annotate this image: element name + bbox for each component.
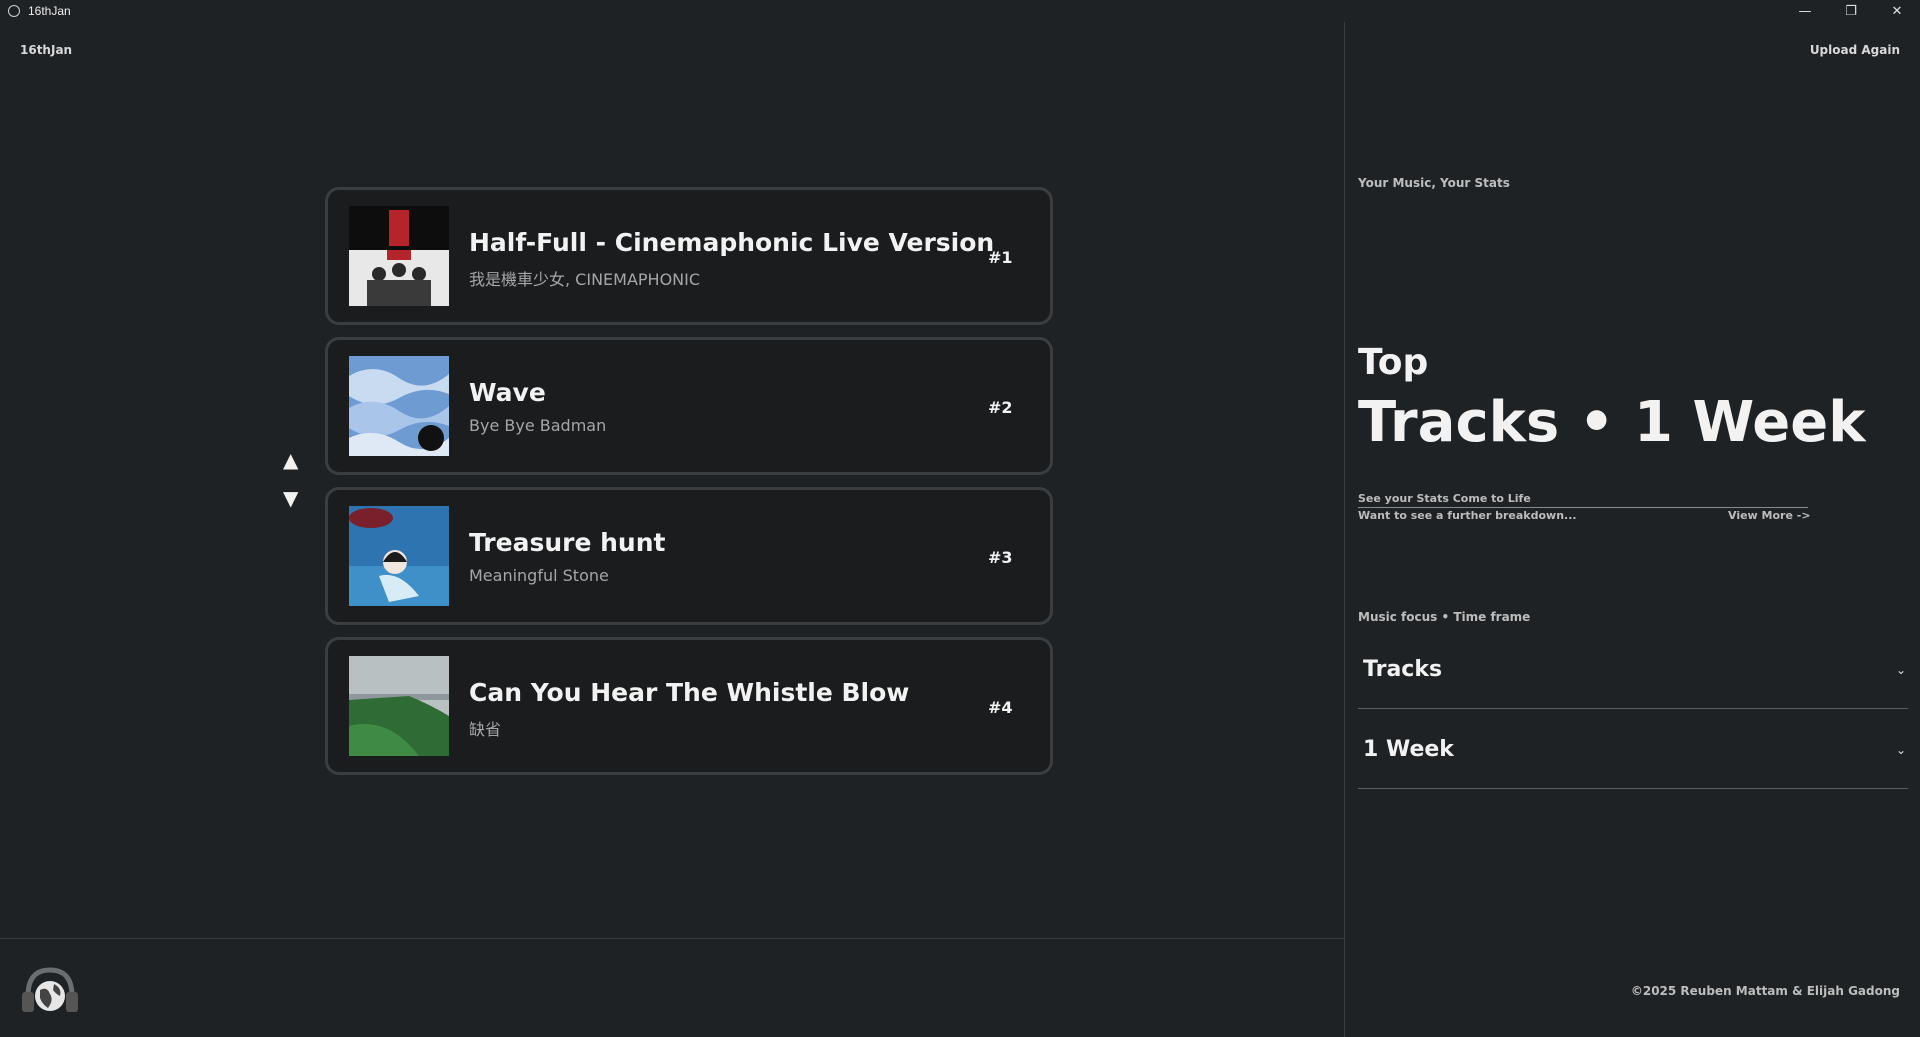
- focus-label: Music focus • Time frame: [1358, 610, 1531, 624]
- track-artist: 我是機車少女, CINEMAPHONIC: [469, 270, 701, 289]
- horizontal-divider: [0, 938, 1344, 939]
- stats-panel: Upload Again Your Music, Your Stats Top …: [1345, 22, 1920, 1037]
- title-bar: 16thJan — ❐ ✕: [0, 0, 1920, 22]
- scroll-up-arrow[interactable]: ▲: [283, 448, 298, 472]
- album-art: [349, 656, 449, 756]
- track-artist: Bye Bye Badman: [469, 416, 607, 435]
- restore-button[interactable]: ❐: [1828, 0, 1874, 22]
- track-rank: #3: [988, 548, 1013, 567]
- track-artist: 缺省: [469, 720, 502, 739]
- chevron-down-icon: ⌄: [1895, 663, 1906, 677]
- track-rank: #4: [988, 698, 1013, 717]
- upload-again-button[interactable]: Upload Again: [1810, 43, 1900, 57]
- album-art: [349, 356, 449, 456]
- track-title: Can You Hear The Whistle Blow: [469, 678, 910, 707]
- tagline: Your Music, Your Stats: [1358, 176, 1510, 190]
- headphones-globe-logo-icon: [20, 964, 80, 1018]
- app-icon: [8, 5, 20, 17]
- album-art: [349, 506, 449, 606]
- stats-subheading: See your Stats Come to Life: [1358, 492, 1808, 508]
- close-button[interactable]: ✕: [1874, 0, 1920, 22]
- brand-label: 16thJan: [20, 43, 73, 57]
- scroll-down-arrow[interactable]: ▼: [283, 486, 298, 510]
- track-card[interactable]: Treasure hunt Meaningful Stone #3: [325, 487, 1053, 625]
- breakdown-text: Want to see a further breakdown...: [1358, 509, 1577, 522]
- copyright-text: ©2025 Reuben Mattam & Elijah Gadong: [1630, 984, 1900, 998]
- track-rank: #2: [988, 398, 1013, 417]
- window-title: 16thJan: [28, 4, 71, 18]
- window-controls: — ❐ ✕: [1782, 0, 1920, 22]
- track-title: Treasure hunt: [469, 528, 666, 557]
- track-card[interactable]: Half-Full - Cinemaphonic Live Version 我是…: [325, 187, 1053, 325]
- minimize-button[interactable]: —: [1782, 0, 1828, 22]
- track-title: Half-Full - Cinemaphonic Live Version: [469, 228, 995, 257]
- track-card[interactable]: Wave Bye Bye Badman #2: [325, 337, 1053, 475]
- track-artist: Meaningful Stone: [469, 566, 609, 585]
- tracks-pane: 16thJan Half-Full - Cinemaphonic Live Ve…: [0, 22, 1344, 937]
- music-focus-value: Tracks: [1363, 657, 1443, 682]
- view-more-link[interactable]: View More ->: [1728, 509, 1811, 522]
- music-focus-dropdown[interactable]: Tracks ⌄: [1358, 629, 1908, 709]
- time-frame-value: 1 Week: [1363, 737, 1454, 762]
- time-frame-dropdown[interactable]: 1 Week ⌄: [1358, 709, 1908, 789]
- track-card[interactable]: Can You Hear The Whistle Blow 缺省 #4: [325, 637, 1053, 775]
- track-rank: #1: [988, 248, 1013, 267]
- track-title: Wave: [469, 378, 546, 407]
- chevron-down-icon: ⌄: [1895, 743, 1906, 757]
- heading-top: Top: [1358, 342, 1429, 383]
- album-art: [349, 206, 449, 306]
- heading-main: Tracks • 1 Week: [1358, 390, 1866, 455]
